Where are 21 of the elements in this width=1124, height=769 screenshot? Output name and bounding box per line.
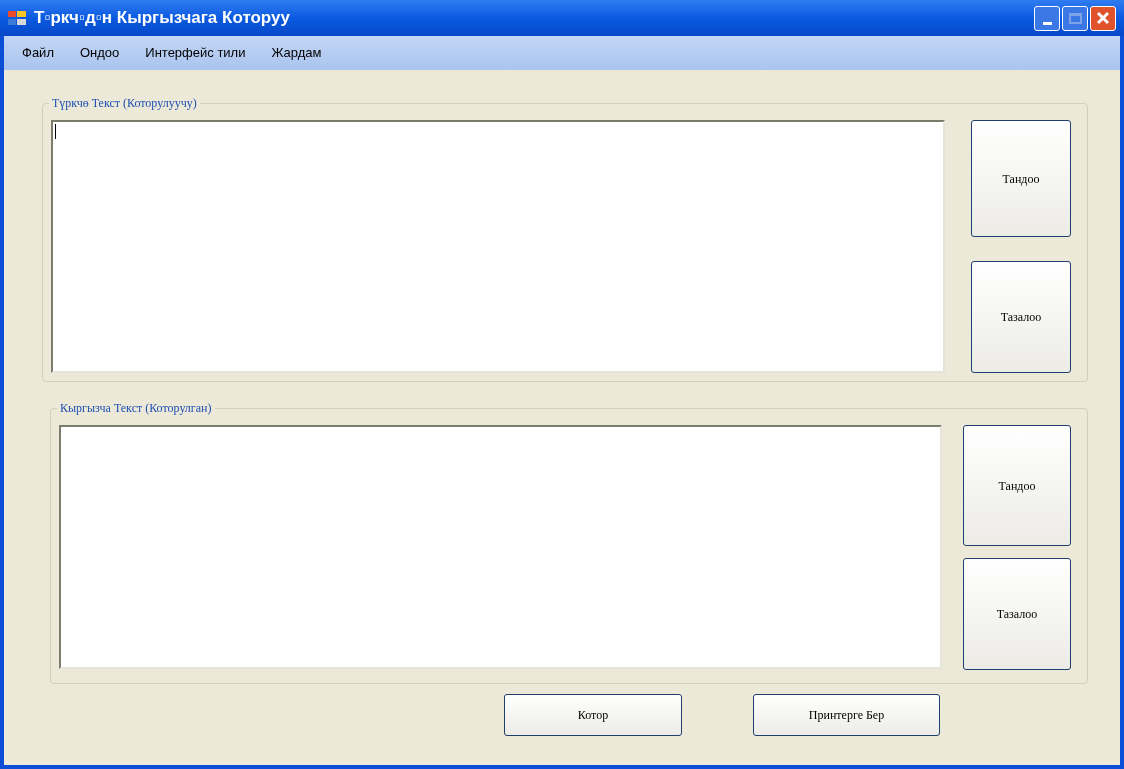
- maximize-button[interactable]: [1062, 5, 1088, 31]
- action-button[interactable]: Тандоо: [971, 120, 1071, 237]
- close-icon: [1096, 11, 1110, 25]
- text-cursor: [55, 124, 56, 139]
- action-button[interactable]: Тазалоо: [963, 558, 1071, 670]
- action-button[interactable]: Тандоо: [963, 425, 1071, 546]
- close-button[interactable]: [1090, 5, 1116, 31]
- menu-item[interactable]: Жардам: [259, 43, 334, 63]
- group-label: Түркчө Текст (Которулуучу): [49, 95, 200, 111]
- minimize-icon: [1042, 21, 1052, 25]
- minimize-button[interactable]: [1034, 5, 1060, 31]
- maximize-icon: [1068, 12, 1082, 24]
- window-title: Т▫ркч▫д▫н Кыргызчага Которуу: [34, 7, 290, 30]
- action-button[interactable]: Котор: [504, 694, 682, 736]
- menu-item[interactable]: Интерфейс тили: [133, 43, 258, 63]
- action-button[interactable]: Принтерге Бер: [753, 694, 940, 736]
- action-button[interactable]: Тазалоо: [971, 261, 1071, 373]
- group-label: Кыргызча Текст (Которулган): [57, 400, 215, 416]
- menu-item[interactable]: Ондоо: [67, 43, 132, 63]
- menu-item[interactable]: Файл: [10, 43, 66, 63]
- app-icon: [8, 10, 26, 26]
